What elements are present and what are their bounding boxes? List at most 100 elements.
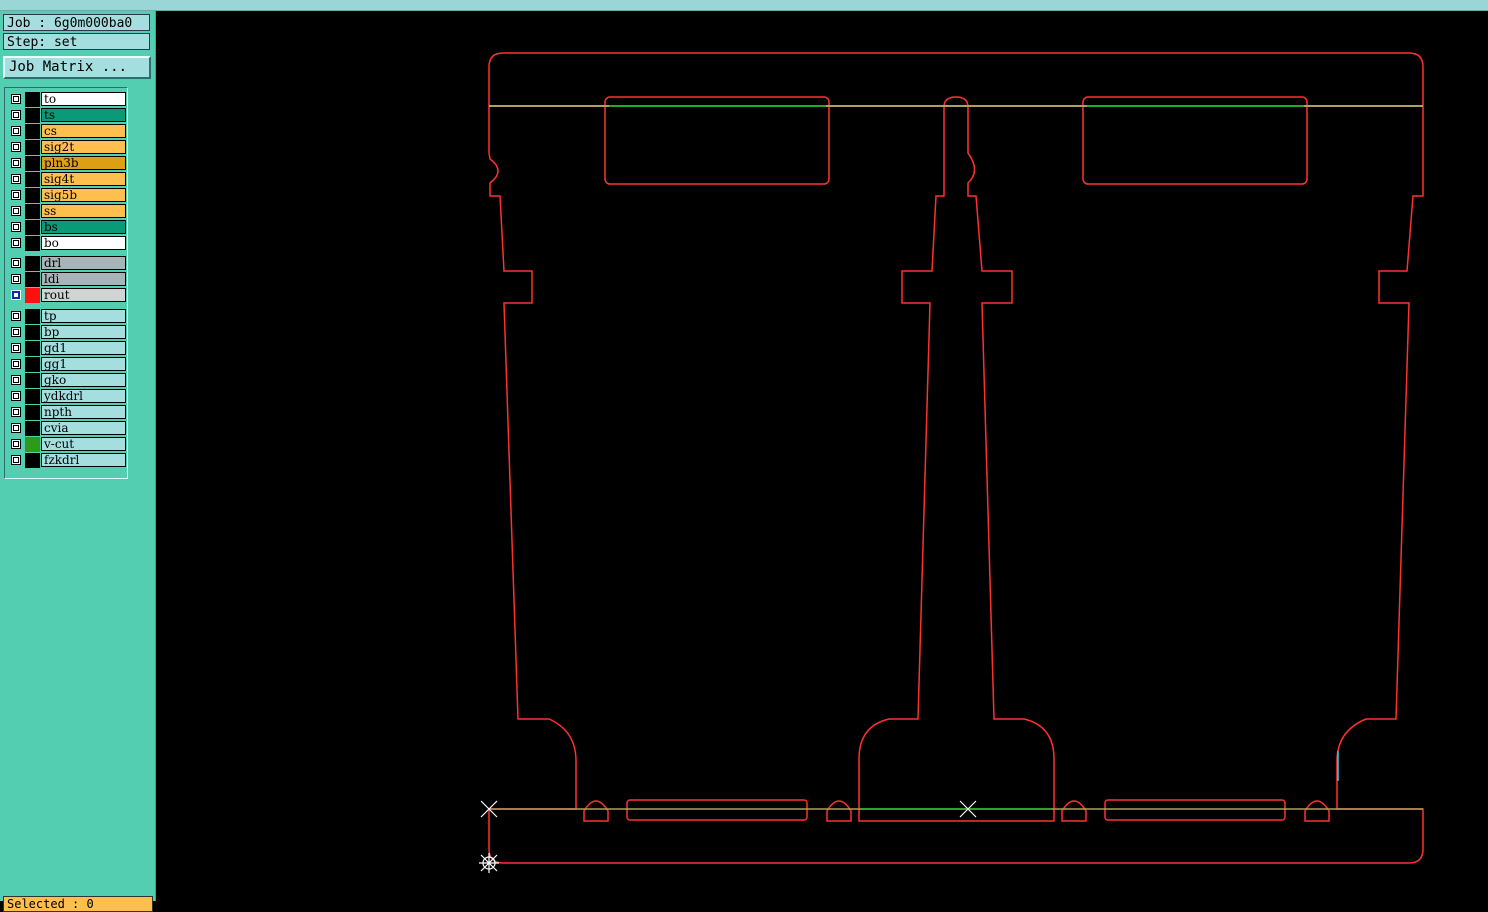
layer-name[interactable]: npth: [41, 405, 126, 419]
layer-color-swatch[interactable]: [25, 325, 40, 340]
layer-color-swatch[interactable]: [25, 453, 40, 468]
layer-checkbox[interactable]: [11, 327, 21, 337]
layer-row-bo[interactable]: bo: [7, 235, 127, 251]
layer-name[interactable]: sig2t: [41, 140, 126, 154]
layer-name[interactable]: ldi: [41, 272, 126, 286]
layer-color-swatch[interactable]: [25, 140, 40, 155]
sidebar: Job : 6g0m000ba0 Step: set Job Matrix ..…: [0, 11, 156, 912]
layer-row-ts[interactable]: ts: [7, 107, 127, 123]
layer-row-fzkdrl[interactable]: fzkdrl: [7, 452, 127, 468]
layer-color-swatch[interactable]: [25, 156, 40, 171]
layer-name[interactable]: ydkdrl: [41, 389, 126, 403]
layer-row-tp[interactable]: tp: [7, 308, 127, 324]
layer-name[interactable]: cs: [41, 124, 126, 138]
layer-color-swatch[interactable]: [25, 236, 40, 251]
layer-color-swatch[interactable]: [25, 405, 40, 420]
layer-name[interactable]: sig5b: [41, 188, 126, 202]
layer-row-cvia[interactable]: cvia: [7, 420, 127, 436]
layer-name[interactable]: bp: [41, 325, 126, 339]
layer-row-npth[interactable]: npth: [7, 404, 127, 420]
layer-color-swatch[interactable]: [25, 389, 40, 404]
layer-checkbox[interactable]: [11, 311, 21, 321]
layer-name[interactable]: bs: [41, 220, 126, 234]
layer-checkbox[interactable]: [11, 94, 21, 104]
layer-name[interactable]: fzkdrl: [41, 453, 126, 467]
layer-name[interactable]: ts: [41, 108, 126, 122]
layer-row-sig2t[interactable]: sig2t: [7, 139, 127, 155]
layer-color-swatch[interactable]: [25, 309, 40, 324]
layer-row-ydkdrl[interactable]: ydkdrl: [7, 388, 127, 404]
layer-color-swatch[interactable]: [25, 188, 40, 203]
layer-color-swatch[interactable]: [25, 256, 40, 271]
layer-checkbox[interactable]: [11, 126, 21, 136]
layer-row-rout[interactable]: rout: [7, 287, 127, 303]
layer-name[interactable]: pln3b: [41, 156, 126, 170]
layer-name[interactable]: gd1: [41, 341, 126, 355]
layer-name[interactable]: drl: [41, 256, 126, 270]
panel-outline: [488, 52, 1424, 864]
layer-checkbox[interactable]: [11, 222, 21, 232]
layer-name[interactable]: sig4t: [41, 172, 126, 186]
layer-color-swatch[interactable]: [25, 92, 40, 107]
layer-checkbox[interactable]: [11, 359, 21, 369]
layer-color-swatch[interactable]: [25, 373, 40, 388]
layer-group-signal: to ts cs sig2t pln3b sig4t sig5b ss bs bo: [7, 91, 127, 251]
layer-color-swatch[interactable]: [25, 341, 40, 356]
layer-color-swatch[interactable]: [25, 272, 40, 287]
layer-row-to[interactable]: to: [7, 91, 127, 107]
graphics-canvas[interactable]: [156, 11, 1488, 901]
selected-count: Selected : 0: [3, 896, 153, 912]
layer-name[interactable]: ss: [41, 204, 126, 218]
layer-checkbox[interactable]: [11, 158, 21, 168]
layer-color-swatch[interactable]: [25, 204, 40, 219]
layer-name[interactable]: rout: [41, 288, 126, 302]
layer-row-bs[interactable]: bs: [7, 219, 127, 235]
layer-row-cs[interactable]: cs: [7, 123, 127, 139]
layer-group-misc: tp bp gd1 gg1 gko ydkdrl npth cvia v-cut fzkdrl: [7, 308, 127, 468]
layer-row-ldi[interactable]: ldi: [7, 271, 127, 287]
layer-name[interactable]: gko: [41, 373, 126, 387]
layer-row-bp[interactable]: bp: [7, 324, 127, 340]
layer-name[interactable]: bo: [41, 236, 126, 250]
layer-name[interactable]: gg1: [41, 357, 126, 371]
layer-row-sig4t[interactable]: sig4t: [7, 171, 127, 187]
layer-row-v-cut[interactable]: v-cut: [7, 436, 127, 452]
layer-checkbox[interactable]: [11, 190, 21, 200]
layer-row-drl[interactable]: drl: [7, 255, 127, 271]
layer-checkbox[interactable]: [11, 407, 21, 417]
layer-checkbox[interactable]: [11, 455, 21, 465]
layer-checkbox[interactable]: [11, 343, 21, 353]
layer-checkbox[interactable]: [11, 439, 21, 449]
layer-row-gko[interactable]: gko: [7, 372, 127, 388]
layer-checkbox[interactable]: [11, 274, 21, 284]
layer-name[interactable]: v-cut: [41, 437, 126, 451]
layer-color-swatch[interactable]: [25, 172, 40, 187]
layer-name[interactable]: tp: [41, 309, 126, 323]
layer-row-pln3b[interactable]: pln3b: [7, 155, 127, 171]
layer-row-gg1[interactable]: gg1: [7, 356, 127, 372]
job-matrix-button[interactable]: Job Matrix ...: [3, 56, 151, 79]
layer-color-swatch[interactable]: [25, 421, 40, 436]
layer-color-swatch[interactable]: [25, 220, 40, 235]
layer-name[interactable]: to: [41, 92, 126, 106]
layer-color-swatch[interactable]: [25, 288, 40, 303]
layer-checkbox[interactable]: [11, 375, 21, 385]
layer-row-gd1[interactable]: gd1: [7, 340, 127, 356]
layer-checkbox[interactable]: [11, 142, 21, 152]
layer-color-swatch[interactable]: [25, 437, 40, 452]
layer-name[interactable]: cvia: [41, 421, 126, 435]
slot-bottom-right: [1104, 799, 1286, 821]
layer-checkbox[interactable]: [11, 423, 21, 433]
layer-checkbox[interactable]: [11, 206, 21, 216]
layer-row-sig5b[interactable]: sig5b: [7, 187, 127, 203]
layer-checkbox[interactable]: [11, 174, 21, 184]
layer-checkbox[interactable]: [11, 290, 21, 300]
layer-checkbox[interactable]: [11, 391, 21, 401]
layer-color-swatch[interactable]: [25, 357, 40, 372]
layer-color-swatch[interactable]: [25, 124, 40, 139]
layer-checkbox[interactable]: [11, 110, 21, 120]
layer-row-ss[interactable]: ss: [7, 203, 127, 219]
layer-checkbox[interactable]: [11, 238, 21, 248]
layer-checkbox[interactable]: [11, 258, 21, 268]
layer-color-swatch[interactable]: [25, 108, 40, 123]
